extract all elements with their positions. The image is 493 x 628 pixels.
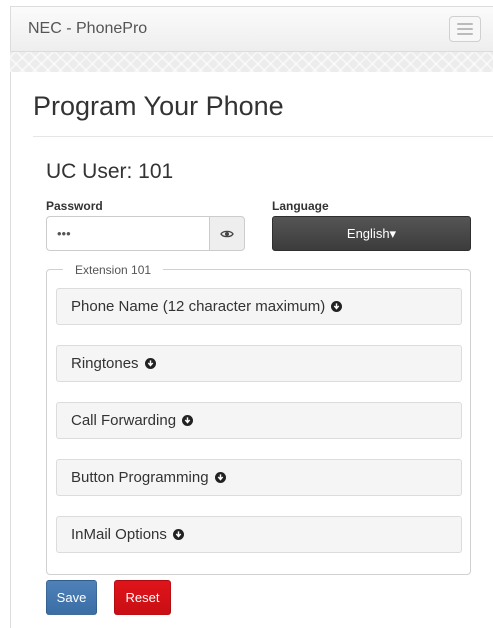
navbar: NEC - PhonePro [10, 6, 493, 52]
page-title: Program Your Phone [33, 91, 284, 121]
password-label: Password [46, 199, 103, 213]
section-label: Ringtones [71, 355, 139, 372]
language-label: Language [272, 199, 329, 213]
circle-arrow-down-icon [172, 529, 184, 540]
section-phone-name[interactable]: Phone Name (12 character maximum) [56, 288, 462, 325]
save-button[interactable]: Save [46, 580, 97, 615]
circle-arrow-down-icon [144, 358, 156, 369]
password-field[interactable] [46, 216, 210, 251]
password-group [46, 216, 245, 251]
extension-legend: Extension 101 [63, 263, 164, 277]
circle-arrow-down-icon [182, 415, 194, 426]
section-label: Button Programming [71, 469, 209, 486]
main-content: Program Your Phone UC User: 101 Password… [10, 72, 493, 628]
section-inmail-options[interactable]: InMail Options [56, 516, 462, 553]
language-dropdown[interactable]: English▾ [272, 216, 471, 251]
hamburger-icon-line [457, 28, 473, 30]
section-label: InMail Options [71, 526, 167, 543]
show-password-button[interactable] [209, 216, 245, 251]
section-button-programming[interactable]: Button Programming [56, 459, 462, 496]
decorative-pattern-strip [10, 52, 493, 72]
user-heading: UC User: 101 [46, 160, 174, 183]
section-ringtones[interactable]: Ringtones [56, 345, 462, 382]
circle-arrow-down-icon [214, 472, 226, 483]
title-divider [33, 136, 493, 137]
section-label: Call Forwarding [71, 412, 177, 429]
navbar-toggle-button[interactable] [449, 16, 481, 42]
language-dropdown-label: English▾ [346, 225, 397, 241]
section-label: Phone Name (12 character maximum) [71, 298, 326, 315]
reset-button[interactable]: Reset [114, 580, 171, 615]
hamburger-icon-line [457, 33, 473, 35]
navbar-brand[interactable]: NEC - PhonePro [28, 20, 147, 38]
section-call-forwarding[interactable]: Call Forwarding [56, 402, 462, 439]
hamburger-icon-line [457, 23, 473, 25]
eye-icon [220, 230, 234, 237]
circle-arrow-down-icon [331, 301, 343, 312]
